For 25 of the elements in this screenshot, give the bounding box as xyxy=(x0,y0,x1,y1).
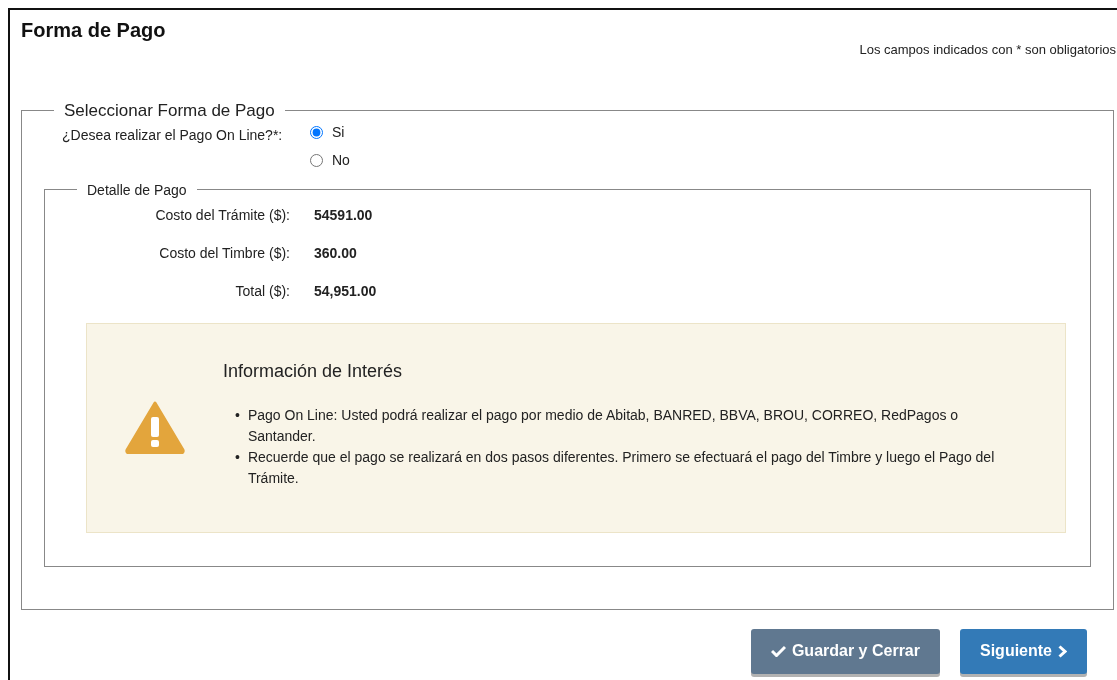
warning-icon xyxy=(124,399,186,454)
bullet: • xyxy=(235,405,240,425)
detail-label: Costo del Timbre ($): xyxy=(159,245,290,261)
section-legend: Seleccionar Forma de Pago xyxy=(54,101,285,119)
info-title: Información de Interés xyxy=(223,359,404,383)
page-title: Forma de Pago xyxy=(21,18,167,43)
section-legend: Detalle de Pago xyxy=(77,182,197,197)
info-item: Recuerde que el pago se realizará en dos pasos diferentes. Primero se efectuará el pago del Timbre y luego el Pago del Trámite. xyxy=(247,447,996,488)
save-button[interactable]: Guardar y Cerrar xyxy=(750,628,940,674)
radio-button[interactable] xyxy=(310,154,323,167)
check-icon xyxy=(770,645,786,657)
detail-value: 360.00 xyxy=(313,244,357,263)
detail-label: Costo del Trámite ($): xyxy=(155,207,290,223)
radio-label[interactable]: No xyxy=(332,150,350,171)
radio-label[interactable]: Si xyxy=(332,122,345,143)
detail-label: Total ($): xyxy=(235,283,290,299)
detail-value: 54,951.00 xyxy=(313,282,377,301)
radio-button[interactable] xyxy=(310,126,323,139)
next-button[interactable]: Siguiente xyxy=(960,628,1087,674)
detail-value: 54591.00 xyxy=(313,206,373,225)
bullet: • xyxy=(235,447,240,467)
chevron-right-icon xyxy=(1058,644,1067,658)
required-note: Los campos indicados con * son obligatorios xyxy=(859,42,1116,57)
info-item: Pago On Line: Usted podrá realizar el pago por medio de Abitab, BANRED, BBVA, BROU, CORREO, RedPagos o Santander. xyxy=(247,405,960,446)
field-label: ¿Desea realizar el Pago On Line?*: xyxy=(62,126,283,143)
